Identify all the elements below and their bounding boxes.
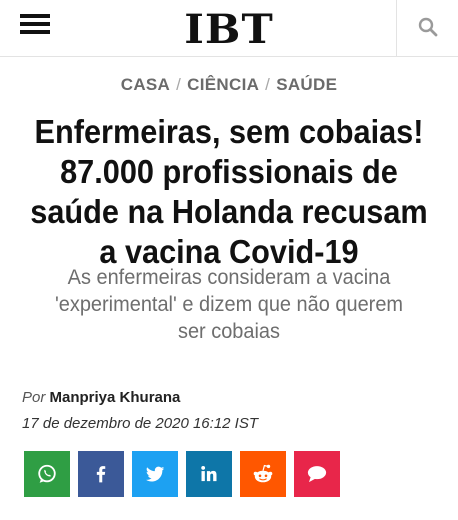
linkedin-icon (201, 466, 217, 482)
headline-line: 87.000 profissionais de (60, 153, 398, 190)
reddit-icon (253, 464, 273, 483)
headline-line: Enfermeiras, sem cobaias! (34, 113, 424, 150)
author-name[interactable]: Manpriya Khurana (50, 389, 181, 406)
breadcrumb-item-saude[interactable]: SAÚDE (276, 75, 337, 94)
breadcrumb: CASA / CIÊNCIA / SAÚDE (0, 75, 458, 95)
subhead-line: As enfermeiras consideram a vacina (67, 266, 391, 289)
site-logo[interactable]: IBT (0, 6, 458, 53)
subhead-line: 'experimental' e dizem que não querem (54, 293, 404, 316)
breadcrumb-separator: / (265, 75, 271, 94)
breadcrumb-separator: / (176, 75, 182, 94)
share-twitter-button[interactable] (132, 451, 178, 497)
article-headline: Enfermeiras, sem cobaias! 87.000 profiss… (29, 112, 429, 272)
twitter-icon (145, 466, 165, 482)
breadcrumb-item-casa[interactable]: CASA (121, 75, 170, 94)
speech-bubble-icon (307, 466, 327, 483)
share-facebook-button[interactable] (78, 451, 124, 497)
article-subheadline: As enfermeiras consideram a vacina 'expe… (21, 264, 437, 345)
search-button[interactable] (396, 0, 458, 57)
byline: Por Manpriya Khurana (22, 389, 180, 406)
search-icon (418, 17, 438, 37)
share-linkedin-button[interactable] (186, 451, 232, 497)
headline-line: saúde na Holanda recusam (30, 193, 428, 230)
byline-prefix: Por (22, 389, 46, 406)
top-navigation-bar: IBT (0, 0, 458, 57)
breadcrumb-item-ciencia[interactable]: CIÊNCIA (187, 75, 259, 94)
whatsapp-icon (38, 464, 56, 483)
share-whatsapp-button[interactable] (24, 451, 70, 497)
facebook-icon (96, 466, 106, 483)
publish-date: 17 de dezembro de 2020 16:12 IST (22, 415, 259, 432)
share-reddit-button[interactable] (240, 451, 286, 497)
share-comment-button[interactable] (294, 451, 340, 497)
subhead-line: ser cobaias (177, 320, 281, 343)
